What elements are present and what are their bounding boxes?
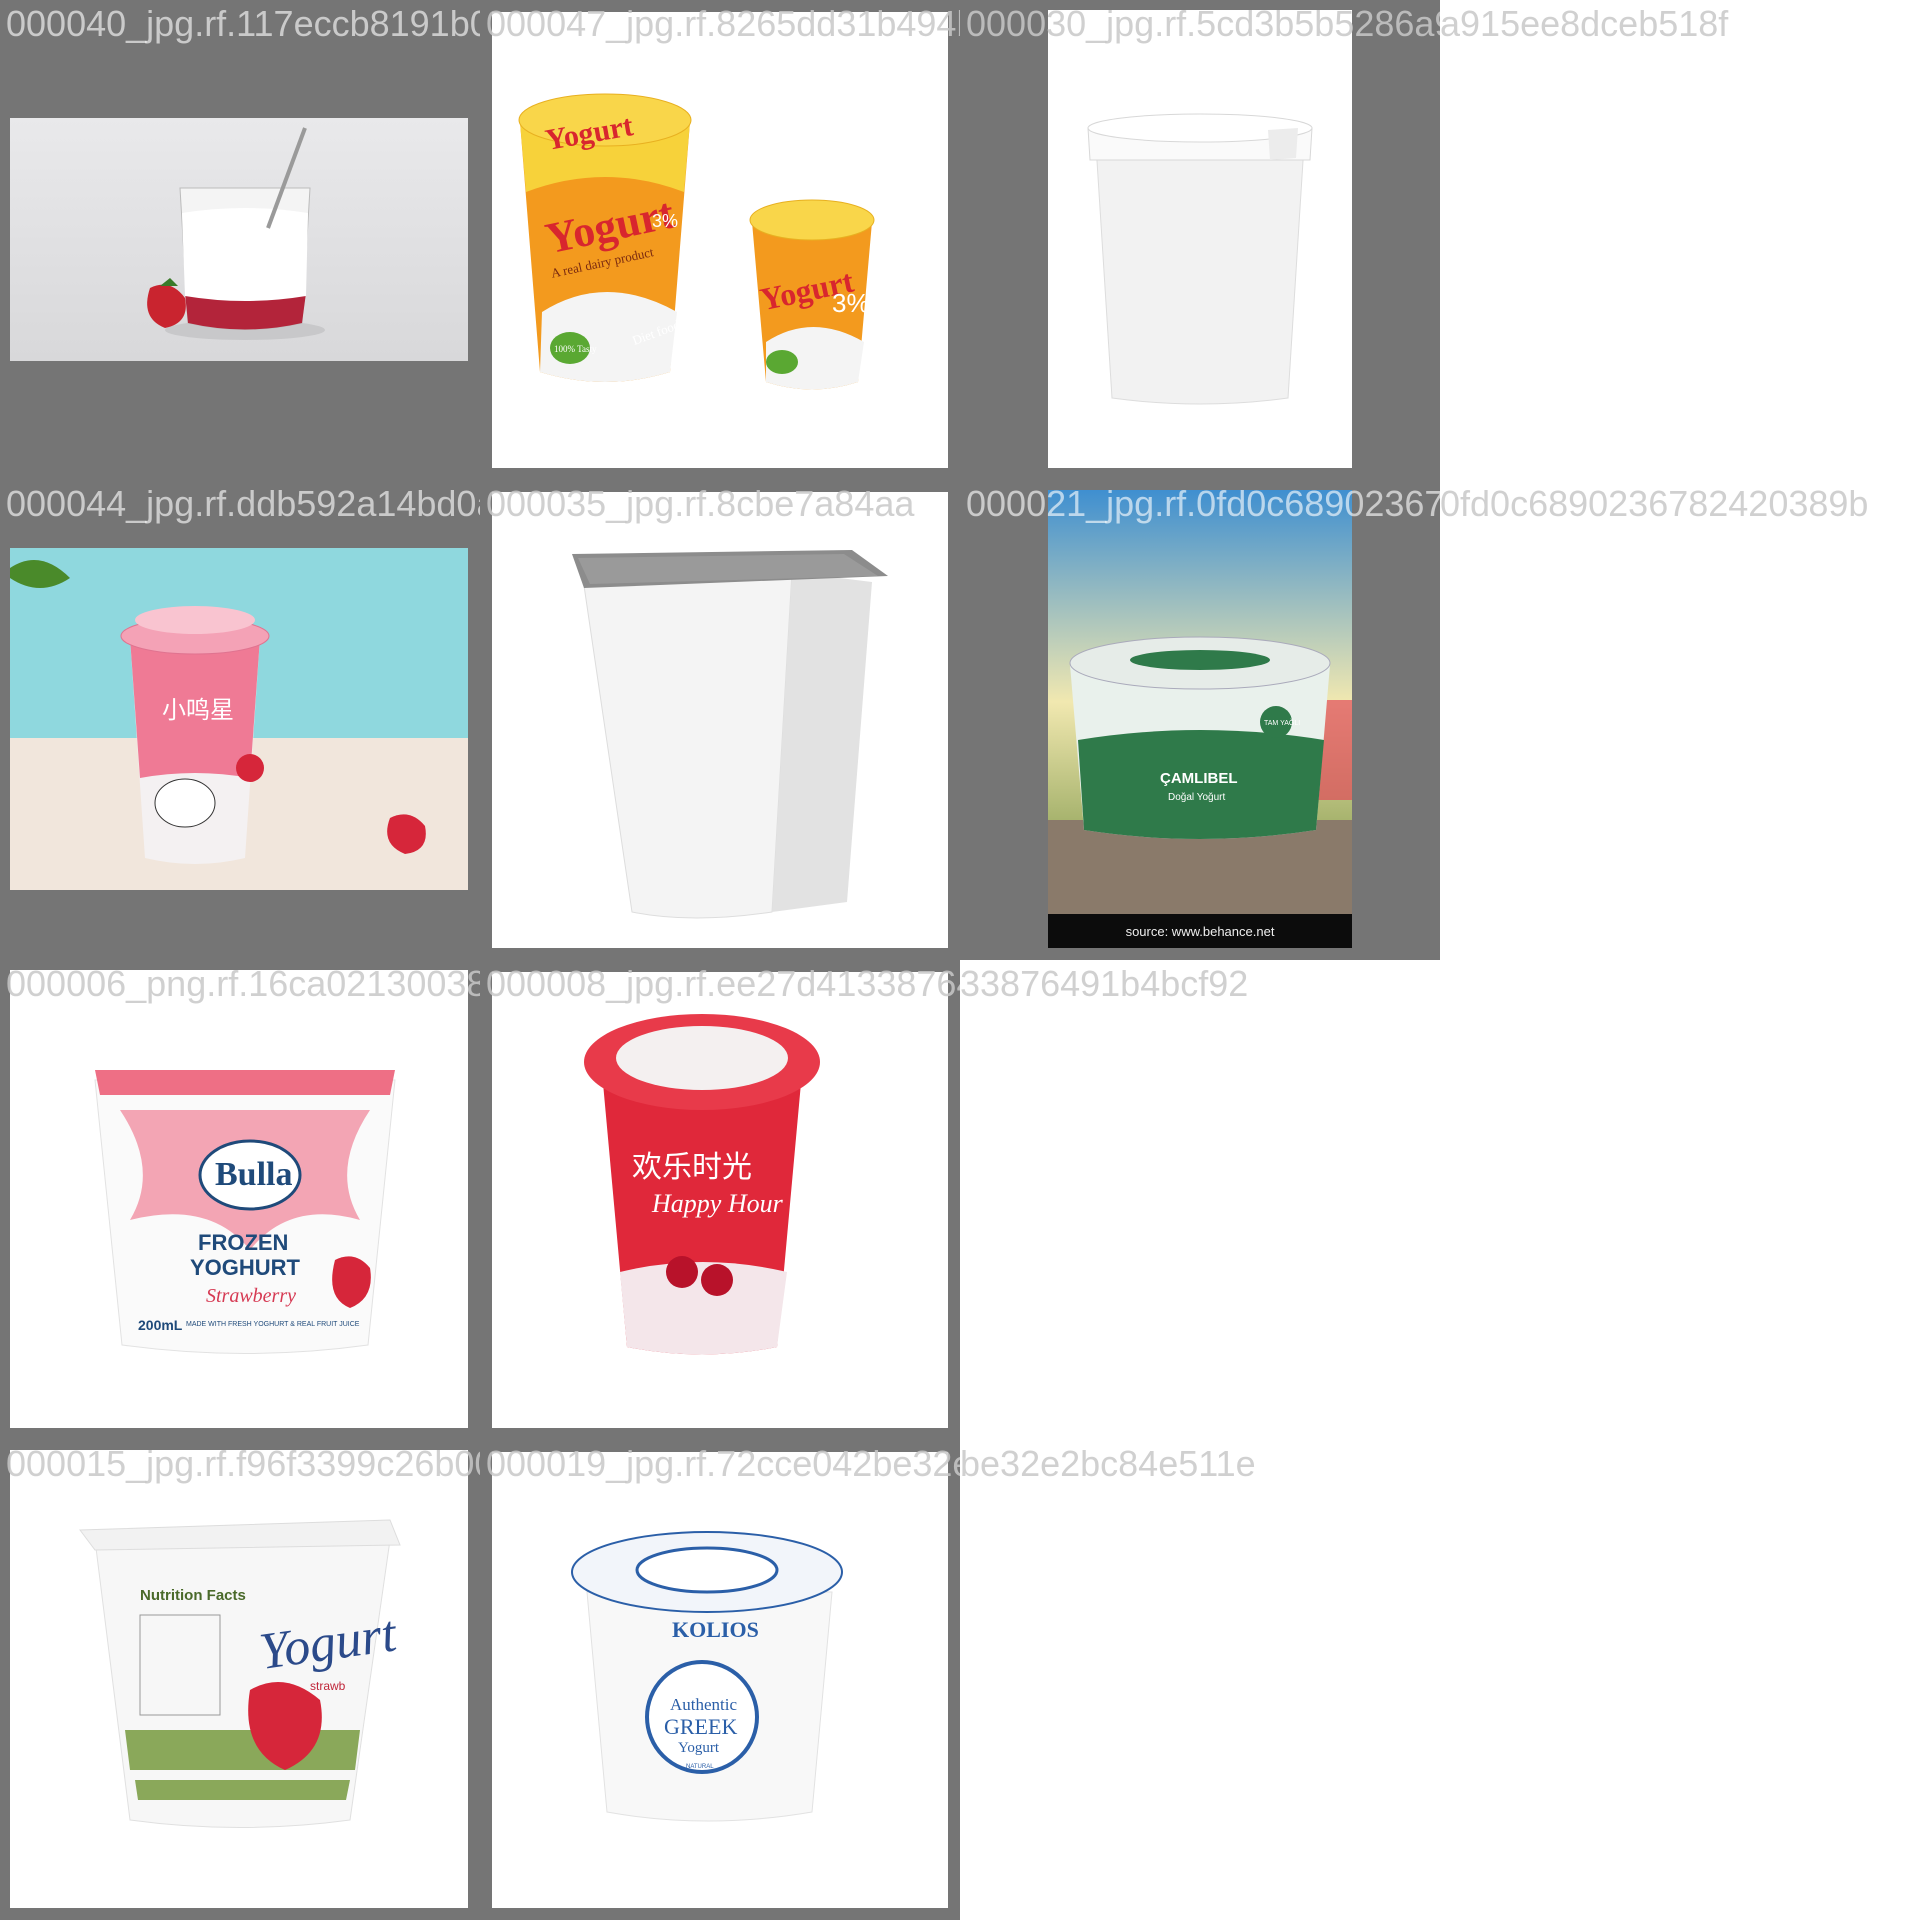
image-tile-6[interactable]: ÇAMLIBEL Doğal Yoğurt TAM YAĞLI source: …	[960, 480, 1440, 960]
kolios-natural: NATURAL	[686, 1764, 714, 1770]
camlibel-source: source: www.behance.net	[1126, 924, 1275, 939]
kolios-line3: Yogurt	[678, 1740, 720, 1756]
bulla-line1: FROZEN	[198, 1230, 288, 1255]
yogurt-percent-small: 3%	[832, 288, 870, 318]
filename-overflow-row4: be32e2bc84e511e	[960, 1443, 1256, 1484]
tile-image-yogurt-cups: Yogurt 3% A real dairy product 100% Tast…	[492, 12, 948, 468]
image-tile-4[interactable]: 小鸣星 000044_jpg.rf.ddb592a14bd0a9c61693fe…	[0, 480, 480, 960]
kolios-brand: KOLIOS	[672, 1617, 759, 1642]
bulla-line2: YOGHURT	[190, 1255, 301, 1280]
tile-image-yogurt-glass	[10, 118, 468, 361]
camlibel-badge: TAM YAĞLI	[1264, 718, 1300, 727]
tile-image-bulla: Bulla FROZEN YOGHURT Strawberry 200mL MA…	[10, 970, 468, 1428]
image-tile-9[interactable]: Nutrition Facts Yogurt strawb 000015_jpg…	[0, 1440, 480, 1920]
kolios-line2: GREEK	[664, 1714, 737, 1739]
tile-image-camlibel: ÇAMLIBEL Doğal Yoğurt TAM YAĞLI source: …	[1048, 490, 1352, 948]
kolios-line1: Authentic	[670, 1695, 737, 1714]
tile-image-pink-cup: 小鸣星	[10, 548, 468, 890]
camlibel-sub: Doğal Yoğurt	[1168, 792, 1225, 803]
image-tile-3[interactable]: 000030_jpg.rf.5cd3b5b5286a915ee8dceb518f	[960, 0, 1440, 480]
tile-image-happy-hour: 欢乐时光 Happy Hour	[492, 972, 948, 1428]
yogurt-badge-large: 100% Tasty	[554, 344, 597, 354]
bulla-size: 200mL	[138, 1317, 183, 1333]
image-tile-10[interactable]: KOLIOS Authentic GREEK Yogurt NATURAL 00…	[480, 1440, 960, 1920]
tile-image-square-container	[492, 492, 948, 948]
image-tile-1[interactable]: 000040_jpg.rf.117eccb8191b0f6647190df826…	[0, 0, 480, 480]
tile-filename: 000044_jpg.rf.ddb592a14bd0a9c61693fe3cbe…	[6, 483, 480, 524]
filename-overflow-row1: a915ee8dceb518f	[1440, 3, 1729, 44]
strawberry-small: strawb	[310, 1679, 346, 1693]
filename-overflow-row3: 33876491b4bcf92	[960, 963, 1249, 1004]
tile-image-white-bucket	[1048, 10, 1352, 468]
bulla-brand: Bulla	[215, 1156, 292, 1193]
image-tile-8[interactable]: 欢乐时光 Happy Hour 000008_jpg.rf.ee27d41338…	[480, 960, 960, 1440]
tile-filename: 000040_jpg.rf.117eccb8191b0f6647190df826…	[6, 3, 480, 44]
filename-overflow-row2: 0fd0c6890236782420389b	[1440, 483, 1869, 524]
nutrition-facts: Nutrition Facts	[140, 1587, 246, 1604]
camlibel-brand: ÇAMLIBEL	[1160, 770, 1238, 787]
tile-image-yogurt-nutrition: Nutrition Facts Yogurt strawb	[10, 1450, 468, 1908]
image-tile-5[interactable]: 000035_jpg.rf.8cbe7a84aa	[480, 480, 960, 960]
yogurt-percent-large: 3%	[652, 211, 678, 231]
xiaomingxing-label: 小鸣星	[162, 696, 234, 724]
bulla-flavor: Strawberry	[206, 1285, 296, 1307]
image-tile-2[interactable]: Yogurt 3% A real dairy product 100% Tast…	[480, 0, 960, 480]
tile-image-kolios: KOLIOS Authentic GREEK Yogurt NATURAL	[492, 1452, 948, 1908]
happy-cn: 欢乐时光	[632, 1150, 752, 1185]
happy-en: Happy Hour	[651, 1189, 784, 1218]
bulla-note: MADE WITH FRESH YOGHURT & REAL FRUIT JUI…	[186, 1321, 360, 1328]
image-tile-7[interactable]: Bulla FROZEN YOGHURT Strawberry 200mL MA…	[0, 960, 480, 1440]
